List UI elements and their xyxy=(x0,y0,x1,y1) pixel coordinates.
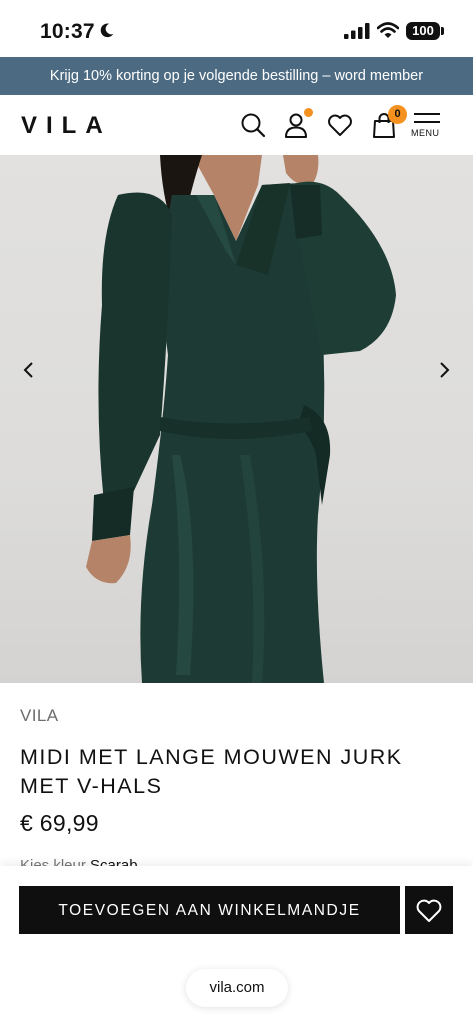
browser-url-pill[interactable]: vila.com xyxy=(186,969,288,1007)
wishlist-button[interactable] xyxy=(405,886,453,934)
vila-logo[interactable]: VILA xyxy=(21,112,112,140)
product-price: € 69,99 xyxy=(20,810,99,836)
product-title: MIDI MET LANGE MOUWEN JURK MET V-HALS xyxy=(20,745,403,798)
status-time: 10:37 xyxy=(40,20,95,43)
signal-icon xyxy=(344,23,370,39)
menu-label[interactable]: MENU xyxy=(411,128,440,138)
bag-count-badge: 0 xyxy=(388,105,407,124)
chevron-right-icon[interactable] xyxy=(429,355,459,385)
promo-banner[interactable]: Krijg 10% korting op je volgende bestill… xyxy=(0,57,473,95)
heart-icon[interactable] xyxy=(326,111,354,139)
site-header: VILA 0 MENU xyxy=(0,95,473,155)
battery-tip xyxy=(441,27,444,35)
battery-indicator: 100 xyxy=(406,22,440,40)
heart-outline-icon xyxy=(416,899,442,922)
chevron-left-icon[interactable] xyxy=(14,355,44,385)
moon-icon xyxy=(100,23,114,38)
status-bar: 10:37 100 xyxy=(0,0,473,57)
search-icon[interactable] xyxy=(239,111,267,139)
account-notification-dot xyxy=(304,108,313,117)
wifi-icon xyxy=(377,22,399,38)
product-brand[interactable]: VILA xyxy=(20,706,58,726)
add-to-cart-button[interactable]: TOEVOEGEN AAN WINKELMANDJE xyxy=(19,886,400,934)
product-image[interactable] xyxy=(0,155,473,683)
dress-illustration xyxy=(86,155,396,683)
sticky-action-bar: TOEVOEGEN AAN WINKELMANDJE vila.com xyxy=(0,866,473,1024)
